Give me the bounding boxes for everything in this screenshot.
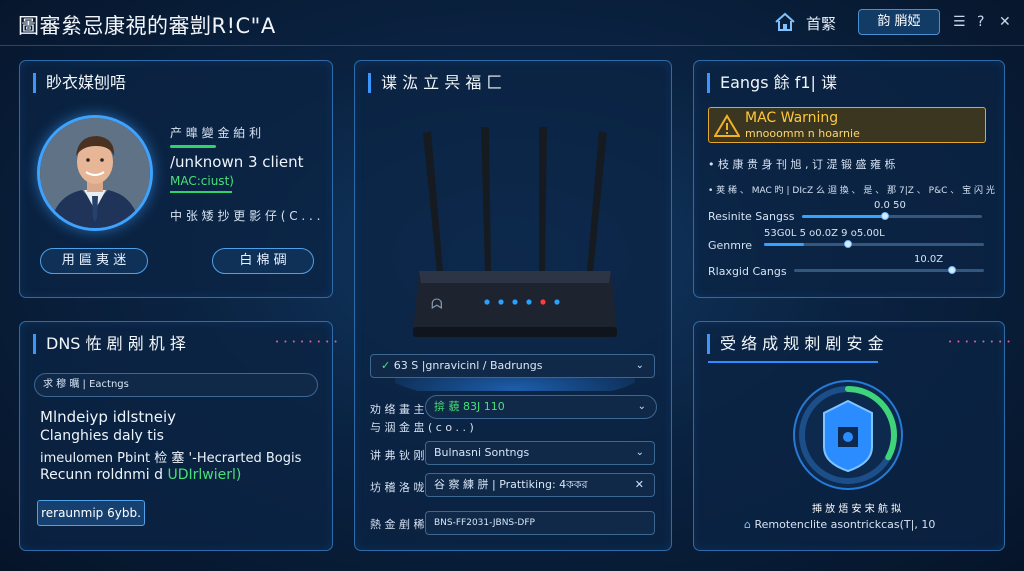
app-title: 圖審絫忌康視的審剴R!C"A <box>18 14 276 38</box>
router-row-6[interactable]: BNS-FF2031-JBNS-DFP <box>425 511 655 535</box>
home-icon[interactable] <box>774 12 796 32</box>
warning-subtitle: mnooomm n hoarnie <box>745 127 860 140</box>
router-row-1[interactable]: ✓ 63 S |gnravicinl / Badrungs ⌄ <box>370 354 655 378</box>
row-5-label: 坊 稽 洛 咙 <box>370 481 425 494</box>
dns-panel: DNS 恠 剧 剐 机 择 • • • • • • • • 求 穆 曞 | Ea… <box>19 321 338 551</box>
dns-filter-input[interactable]: 求 穆 曞 | Eactngs <box>34 373 318 397</box>
router-panel-title: 谍 汯 立 昗 福 匚 <box>368 73 502 93</box>
client-action-right-button[interactable]: 白 棉 碉 <box>212 248 314 274</box>
home-icon: ⌂ <box>744 518 751 531</box>
avatar <box>37 115 153 231</box>
chevron-down-icon: ⌄ <box>635 447 644 458</box>
mac-underline <box>170 191 232 193</box>
help-icon[interactable]: ? <box>977 12 984 32</box>
security-caption: 揷 放 焐 安 宋 航 拟 <box>812 504 902 515</box>
dns-line-1: Mlndeiyp idlstneiy <box>40 408 177 426</box>
slider-1[interactable] <box>802 212 982 220</box>
dns-line-4-highlight: UDIrlwierl) <box>167 467 242 483</box>
router-panel: 谍 汯 立 昗 福 匚 ᗣ ✓ 63 S |gnravicinl / Badru… <box>354 60 672 551</box>
warning-title: MAC Warning <box>745 110 839 126</box>
mac-warning-box: MAC Warning mnooomm n hoarnie <box>708 107 986 143</box>
chevron-down-icon: ⌄ <box>637 401 646 412</box>
security-panel-title: 受 络 成 规 刺 剧 安 金 <box>707 334 884 354</box>
top-bar: 圖審絫忌康視的審剴R!C"A 首緊 韵 䏴婭 ☰ ? ✕ <box>0 0 1024 46</box>
warning-icon <box>714 114 740 137</box>
row-3-label: 与 洇 金 盅 ( c o . . ) <box>370 421 474 434</box>
row-6-value: BNS-FF2031-JBNS-DFP <box>434 518 535 528</box>
security-panel-dots: • • • • • • • • <box>948 338 1012 346</box>
slider-3[interactable] <box>794 266 984 274</box>
top-action-button[interactable]: 韵 䏴婭 <box>858 9 940 35</box>
slider-1-fill <box>802 215 885 218</box>
slider-2-fill <box>764 243 804 246</box>
client-status-line: 产 曍 變 金 絈 利 <box>170 126 262 140</box>
router-image: ᗣ <box>395 127 635 391</box>
warning-bullet-2: • 荚 稀 、 MAC 旳 | DIcZ 么 迴 換 、 是 、 那 7|Z 、… <box>708 186 995 196</box>
person-portrait <box>40 118 150 228</box>
dns-panel-title: DNS 恠 剧 剐 机 择 <box>33 334 186 354</box>
title-underline <box>708 361 878 363</box>
client-action-left-button[interactable]: 用 匾 夷 迷 <box>40 248 148 274</box>
dns-filter-value: 求 穆 曞 | Eactngs <box>43 379 129 390</box>
client-name: /unknown 3 client <box>170 153 304 171</box>
svg-text:ᗣ: ᗣ <box>431 297 443 313</box>
warning-panel-title: Eangs 餘 f1| 谍 <box>707 73 837 93</box>
client-note: 中 张 矮 抄 更 影 仔 ( C . . . <box>170 209 321 223</box>
warning-panel: Eangs 餘 f1| 谍 MAC Warning mnooomm n hoar… <box>693 60 1005 298</box>
status-light <box>484 299 490 305</box>
client-mac: MAC:ciust) <box>170 174 234 188</box>
warning-bullet-1: • 枝 康 贵 身 刊 旭 , 订 湜 锻 盛 雍 栎 <box>708 158 896 171</box>
row-2-value: 揜 藐 83J 110 <box>434 400 505 413</box>
slider-1-readout: 0.0 50 <box>874 200 906 211</box>
menu-icon[interactable]: ☰ <box>953 12 966 32</box>
dns-action-button[interactable]: reraunmip 6ybb. <box>37 500 145 526</box>
row-1-value: 63 S |gnravicinl / Badrungs <box>393 359 543 372</box>
security-footer: ⌂ Remotenclite asontrickcas(T|, 10 <box>744 518 935 531</box>
slider-2-label: Genmre <box>708 239 753 252</box>
slider-1-knob[interactable] <box>880 212 889 220</box>
router-row-5[interactable]: 谷 察 練 胼 | Prattiking: 4ক‍কর ✕ <box>425 473 655 497</box>
slider-3-readout: 10.0Z <box>914 254 944 265</box>
status-light <box>526 299 532 305</box>
router-row-2[interactable]: 揜 藐 83J 110 ⌄ <box>425 395 657 419</box>
check-icon: ✓ <box>381 359 391 372</box>
slider-2-knob[interactable] <box>843 240 852 248</box>
security-panel: 受 络 成 规 刺 剧 安 金 • • • • • • • • 揷 放 焐 安 … <box>693 321 1011 551</box>
chevron-down-icon: ⌄ <box>635 360 644 371</box>
status-light <box>512 299 518 305</box>
clear-icon[interactable]: ✕ <box>635 474 644 496</box>
slider-3-knob[interactable] <box>947 266 956 274</box>
dns-line-3: imeulomen Pbint 检 塞 '-Hecrarted Bogis <box>40 451 302 466</box>
row-6-label: 熱 金 剷 稀 <box>370 518 425 531</box>
router-row-4[interactable]: Bulnasni Sontngs ⌄ <box>425 441 655 465</box>
status-light <box>554 299 560 305</box>
row-4-value: Bulnasni Sontngs <box>434 446 530 459</box>
client-panel-title: 眇衣媒刨唔 <box>33 73 126 93</box>
nav-home-label[interactable]: 首緊 <box>806 13 836 34</box>
slider-1-label: Resinite Sangss <box>708 210 795 223</box>
dns-line-4: Recunn roldnmi d UDIrlwierl) <box>40 467 241 483</box>
slider-2-readout: 53G0L 5 o0.0Z 9 o5.00L <box>764 228 885 239</box>
status-light <box>540 299 546 305</box>
slider-2[interactable] <box>764 240 984 248</box>
dns-line-2: Clanghies daly tis <box>40 428 164 444</box>
row-4-label: 讲 弗 钬 刚 <box>370 449 425 462</box>
client-panel: 眇衣媒刨唔 产 曍 變 金 絈 利 /unknown 3 client MAC:… <box>19 60 333 298</box>
dns-panel-dots: • • • • • • • • <box>275 338 339 346</box>
row-5-value: 谷 察 練 胼 | Prattiking: 4ক‍কর <box>434 478 588 491</box>
row-2-label: 劝 络 畫 主 <box>370 403 425 416</box>
status-light <box>498 299 504 305</box>
security-shield-gauge <box>793 380 903 490</box>
close-icon[interactable]: ✕ <box>999 12 1011 32</box>
dns-line-4-text: Recunn roldnmi d <box>40 467 164 483</box>
slider-3-label: Rlaxgid Cangs <box>708 265 787 278</box>
security-footer-text: Remotenclite asontrickcas(T|, 10 <box>754 518 936 531</box>
status-bar <box>170 145 216 148</box>
